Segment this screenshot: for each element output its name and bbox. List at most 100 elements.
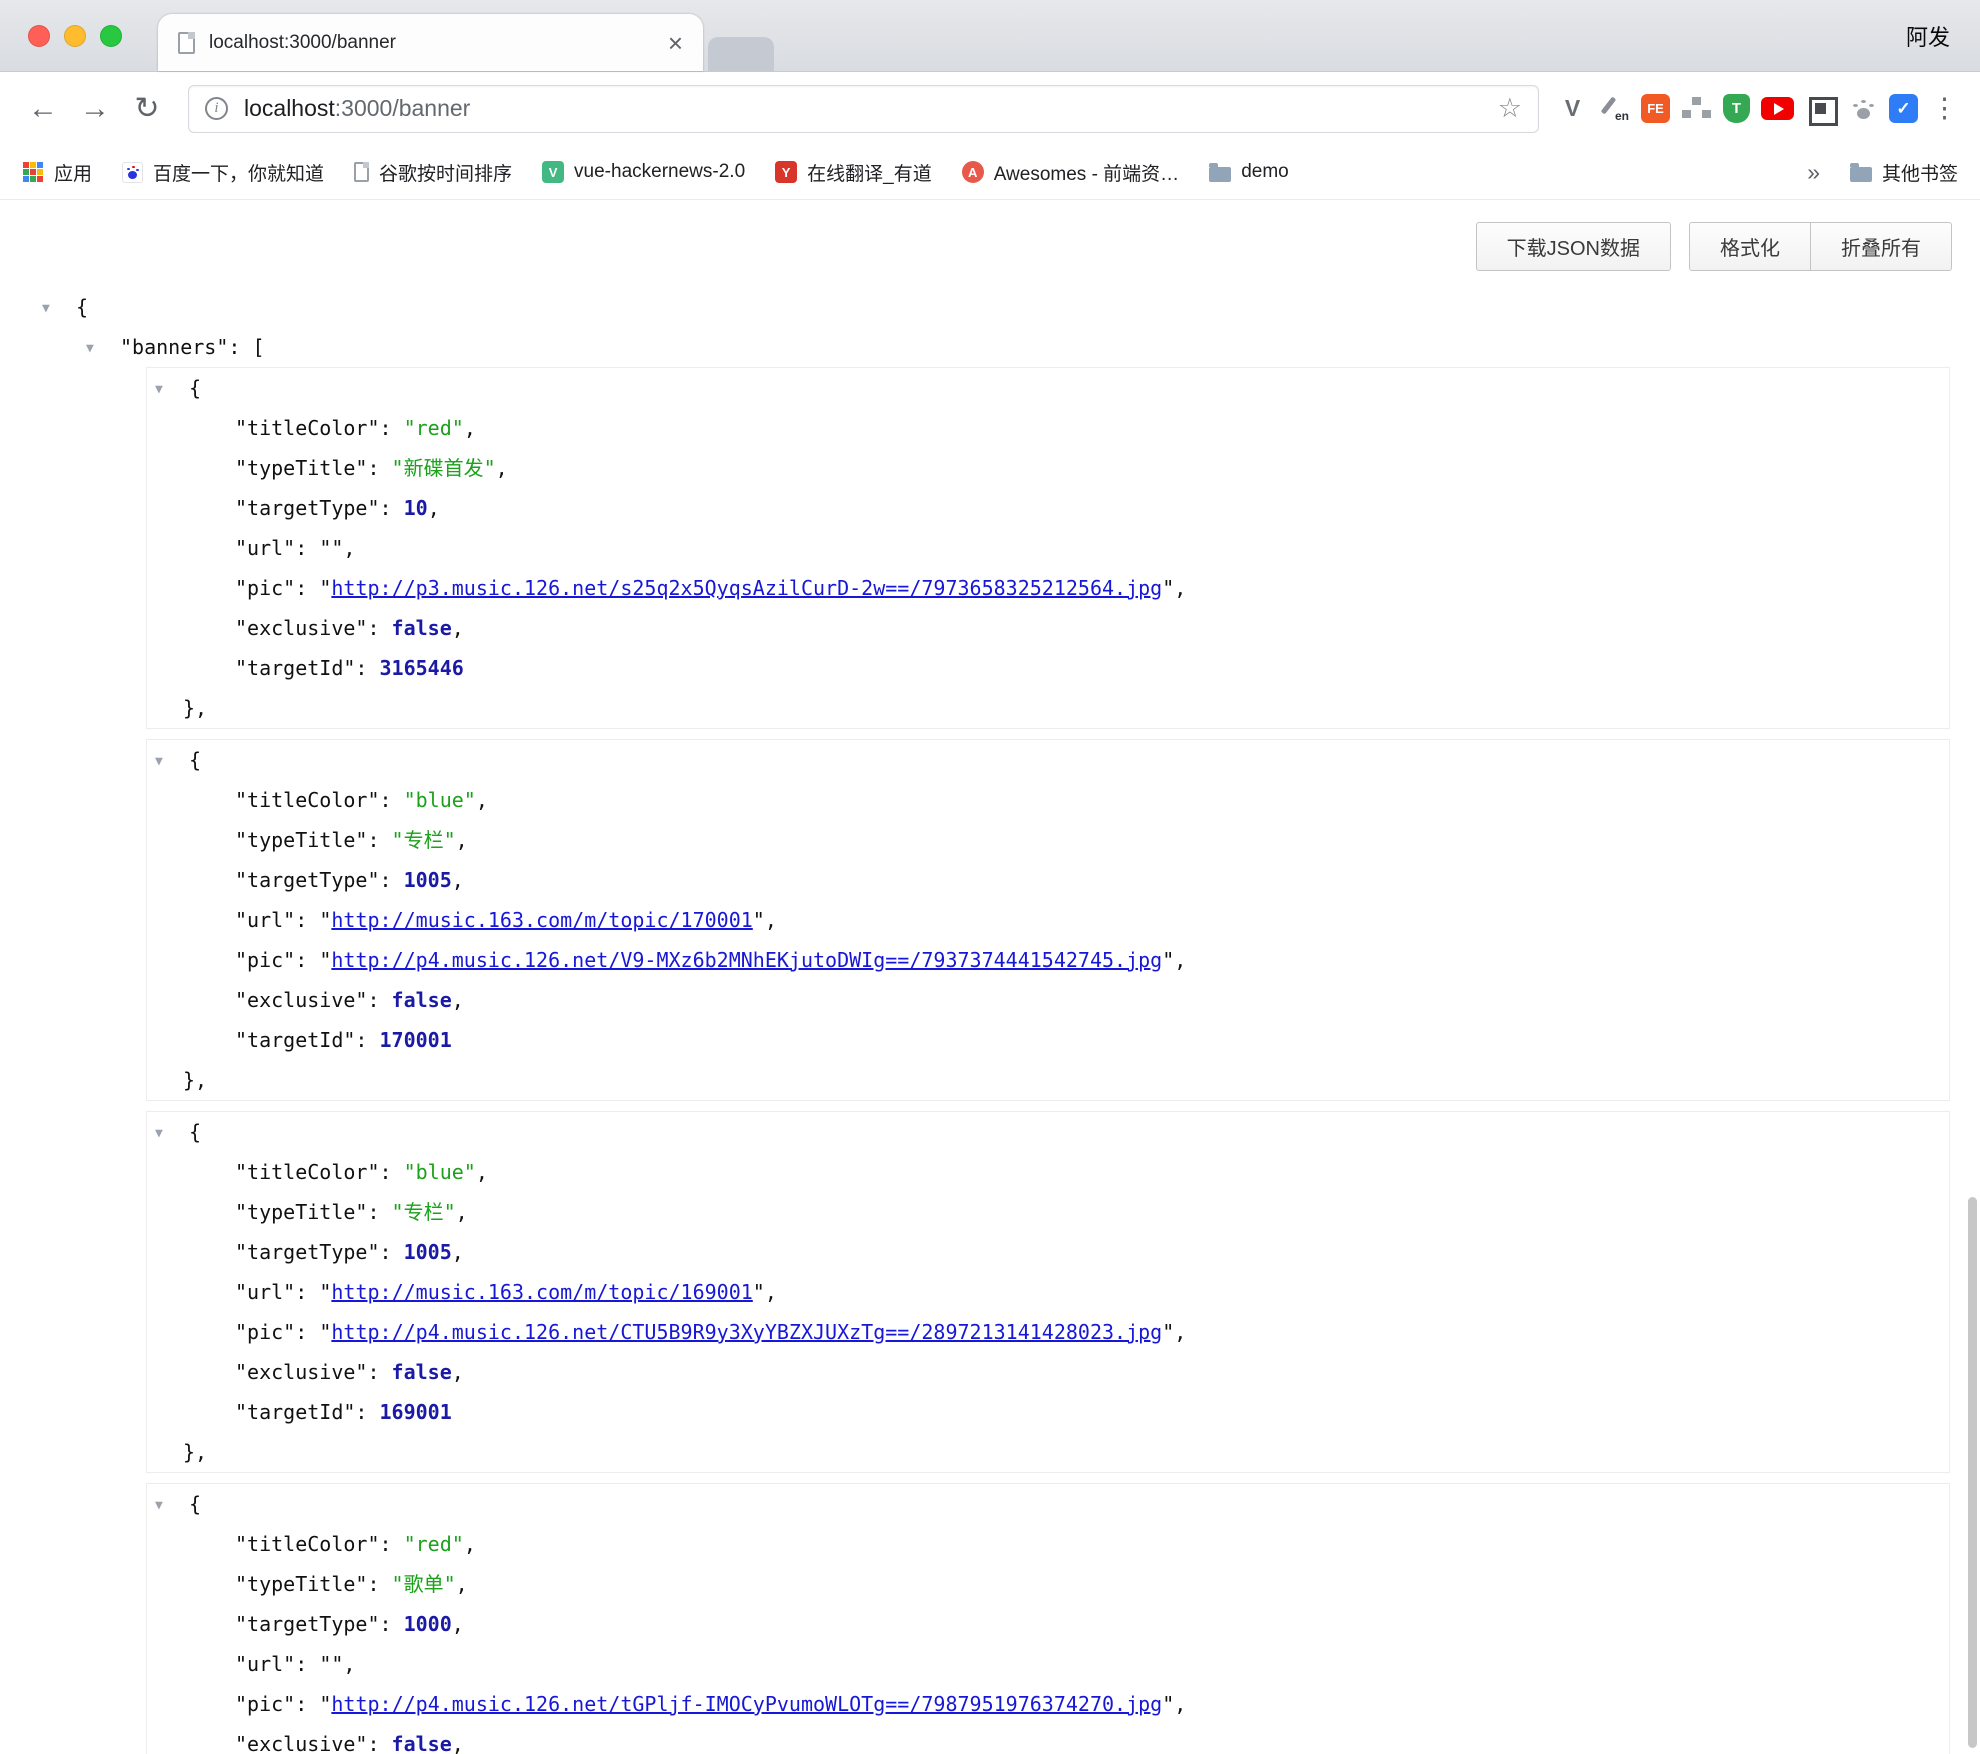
json-field: "typeTitle": "专栏", xyxy=(147,1192,1949,1232)
collapse-toggle-icon[interactable]: ▼ xyxy=(155,1114,189,1154)
bookmarks-overflow-icon[interactable]: » xyxy=(1807,159,1820,186)
json-line: ▼{ xyxy=(147,368,1949,408)
shield-t-icon[interactable]: T xyxy=(1723,94,1750,123)
json-key: "targetType" xyxy=(235,496,380,520)
json-field: "pic": "http://p4.music.126.net/CTU5B9R9… xyxy=(147,1312,1949,1352)
tab-close-icon[interactable]: × xyxy=(668,30,683,56)
json-text: : xyxy=(367,828,391,852)
qrcode-icon[interactable] xyxy=(1805,93,1836,124)
bookmark-label: 应用 xyxy=(54,159,92,186)
json-link[interactable]: http://p3.music.126.net/s25q2x5QyqsAzilC… xyxy=(331,576,1162,600)
browser-tab[interactable]: localhost:3000/banner × xyxy=(158,14,703,71)
json-text: " xyxy=(1162,1320,1174,1344)
json-text: , xyxy=(456,1572,468,1596)
browser-menu-icon[interactable]: ⋮ xyxy=(1929,93,1960,124)
bookmark-label: 谷歌按时间排序 xyxy=(379,159,512,186)
bookmark-item-demo[interactable]: demo xyxy=(1209,161,1289,183)
json-text: , xyxy=(452,616,464,640)
page-icon xyxy=(354,162,369,182)
json-link[interactable]: http://p4.music.126.net/CTU5B9R9y3XyYBZX… xyxy=(331,1320,1162,1344)
sitemap-icon[interactable] xyxy=(1681,93,1712,124)
info-icon[interactable]: i xyxy=(205,97,228,120)
json-text: " xyxy=(1162,1692,1174,1716)
json-text: : xyxy=(295,1320,319,1344)
paw-icon[interactable] xyxy=(1847,93,1878,124)
json-number-value: 170001 xyxy=(380,1028,452,1052)
json-text: : xyxy=(367,1732,391,1754)
url-text: localhost:3000/banner xyxy=(244,95,1482,122)
json-field: "url": "", xyxy=(147,1644,1949,1684)
json-text: " xyxy=(319,948,331,972)
json-text: , xyxy=(452,868,464,892)
collapse-toggle-icon[interactable]: ▼ xyxy=(155,370,189,410)
json-key: "url" xyxy=(235,1652,295,1676)
minimize-window-button[interactable] xyxy=(64,25,86,47)
youtube-icon[interactable] xyxy=(1761,97,1794,120)
json-line: }, xyxy=(147,688,1949,728)
json-field: "titleColor": "blue", xyxy=(147,780,1949,820)
json-field: "targetId": 3165446 xyxy=(147,648,1949,688)
address-bar[interactable]: i localhost:3000/banner ☆ xyxy=(188,85,1539,133)
json-key: "targetType" xyxy=(235,1240,380,1264)
bookmark-item-apps[interactable]: 应用 xyxy=(22,159,92,186)
format-button[interactable]: 格式化 xyxy=(1689,222,1811,271)
bookmark-label: demo xyxy=(1241,161,1289,183)
other-bookmarks[interactable]: 其他书签 xyxy=(1850,159,1958,186)
json-key: "pic" xyxy=(235,576,295,600)
bookmark-item-google-sort[interactable]: 谷歌按时间排序 xyxy=(354,159,512,186)
collapse-toggle-icon[interactable]: ▼ xyxy=(86,329,120,369)
json-text: : xyxy=(380,868,404,892)
inactive-tab[interactable] xyxy=(708,37,774,71)
json-link[interactable]: http://music.163.com/m/topic/170001 xyxy=(331,908,752,932)
collapse-all-button[interactable]: 折叠所有 xyxy=(1811,222,1952,271)
json-field: "url": "", xyxy=(147,528,1949,568)
json-link[interactable]: http://music.163.com/m/topic/169001 xyxy=(331,1280,752,1304)
json-viewer-actions: 下载JSON数据 格式化 折叠所有 xyxy=(0,200,1980,271)
bookmark-item-youdao[interactable]: Y 在线翻译_有道 xyxy=(775,159,932,186)
fe-icon[interactable]: FE xyxy=(1641,94,1670,123)
bookmark-star-icon[interactable]: ☆ xyxy=(1498,93,1522,124)
shield-check-icon[interactable]: ✓ xyxy=(1889,94,1918,123)
folder-icon xyxy=(1850,167,1872,182)
page-icon xyxy=(178,32,195,54)
json-text: { xyxy=(189,376,201,400)
bookmark-label: vue-hackernews-2.0 xyxy=(574,161,745,183)
zoom-window-button[interactable] xyxy=(100,25,122,47)
json-link[interactable]: http://p4.music.126.net/tGPljf-IMOCyPvum… xyxy=(331,1692,1162,1716)
vertical-scrollbar[interactable] xyxy=(1968,1197,1977,1748)
reload-icon[interactable]: ↻ xyxy=(124,91,170,126)
collapse-toggle-icon[interactable]: ▼ xyxy=(42,289,76,329)
json-text: , xyxy=(496,456,508,480)
json-key: "targetId" xyxy=(235,1400,355,1424)
json-field: "titleColor": "red", xyxy=(147,408,1949,448)
json-string-value: "新碟首发" xyxy=(392,456,496,480)
json-key: "typeTitle" xyxy=(235,456,367,480)
json-text: { xyxy=(189,1120,201,1144)
collapse-toggle-icon[interactable]: ▼ xyxy=(155,742,189,782)
json-link[interactable]: http://p4.music.126.net/V9-MXz6b2MNhEKju… xyxy=(331,948,1162,972)
json-key: "exclusive" xyxy=(235,988,367,1012)
back-icon[interactable]: ← xyxy=(20,92,66,126)
json-field: "targetType": 1000, xyxy=(147,1604,1949,1644)
json-key: "typeTitle" xyxy=(235,1572,367,1596)
forward-icon[interactable]: → xyxy=(72,92,118,126)
bookmark-item-vue-hackernews[interactable]: V vue-hackernews-2.0 xyxy=(542,161,745,183)
json-key: "pic" xyxy=(235,948,295,972)
vimium-icon[interactable]: V xyxy=(1557,93,1588,124)
close-window-button[interactable] xyxy=(28,25,50,47)
json-text: : xyxy=(295,1652,319,1676)
folder-icon xyxy=(1209,167,1231,182)
json-line: ▼{ xyxy=(147,740,1949,780)
json-text: , xyxy=(1174,1692,1186,1716)
json-text: , xyxy=(456,1200,468,1224)
collapse-toggle-icon[interactable]: ▼ xyxy=(155,1486,189,1526)
download-json-button[interactable]: 下载JSON数据 xyxy=(1476,222,1671,271)
json-string-value: "专栏" xyxy=(392,1200,456,1224)
json-number-value: 1005 xyxy=(404,868,452,892)
json-text: " xyxy=(319,576,331,600)
translate-icon[interactable]: en xyxy=(1599,93,1630,124)
json-text: " xyxy=(319,1280,331,1304)
json-text: " xyxy=(319,908,331,932)
bookmark-item-baidu[interactable]: 百度一下，你就知道 xyxy=(122,159,324,186)
bookmark-item-awesomes[interactable]: A Awesomes - 前端资… xyxy=(962,159,1179,186)
